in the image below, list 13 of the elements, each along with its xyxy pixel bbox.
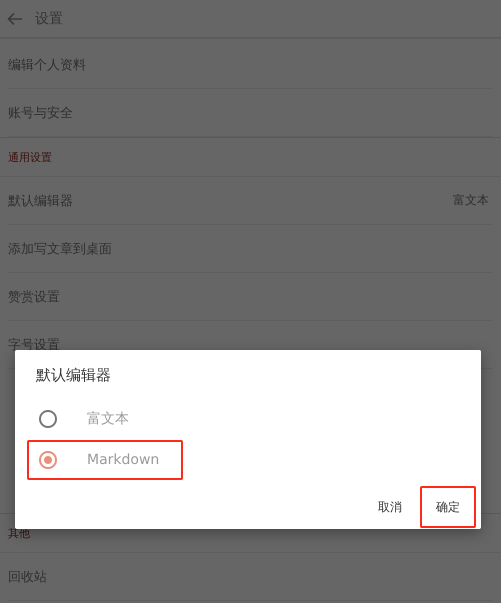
settings-item[interactable]: 默认编辑器 富文本 [8, 177, 493, 225]
radio-option[interactable]: Markdown [27, 440, 184, 480]
section-header: 其他 [8, 526, 30, 540]
settings-item[interactable]: 账号与安全 [8, 89, 493, 137]
section-header: 通用设置 [8, 150, 52, 164]
settings-item[interactable]: 添加写文章到桌面 [8, 225, 493, 273]
settings-item[interactable]: 回收站 [8, 553, 493, 601]
radio-option[interactable]: 富文本 [27, 398, 153, 438]
back-arrow-icon[interactable] [7, 12, 23, 26]
settings-item[interactable]: 编辑个人资料 [8, 41, 493, 89]
settings-item[interactable]: 赞赏设置 [8, 273, 493, 321]
dialog-button[interactable]: 确定 [420, 486, 476, 528]
dialog-button[interactable]: 取消 [362, 486, 418, 528]
